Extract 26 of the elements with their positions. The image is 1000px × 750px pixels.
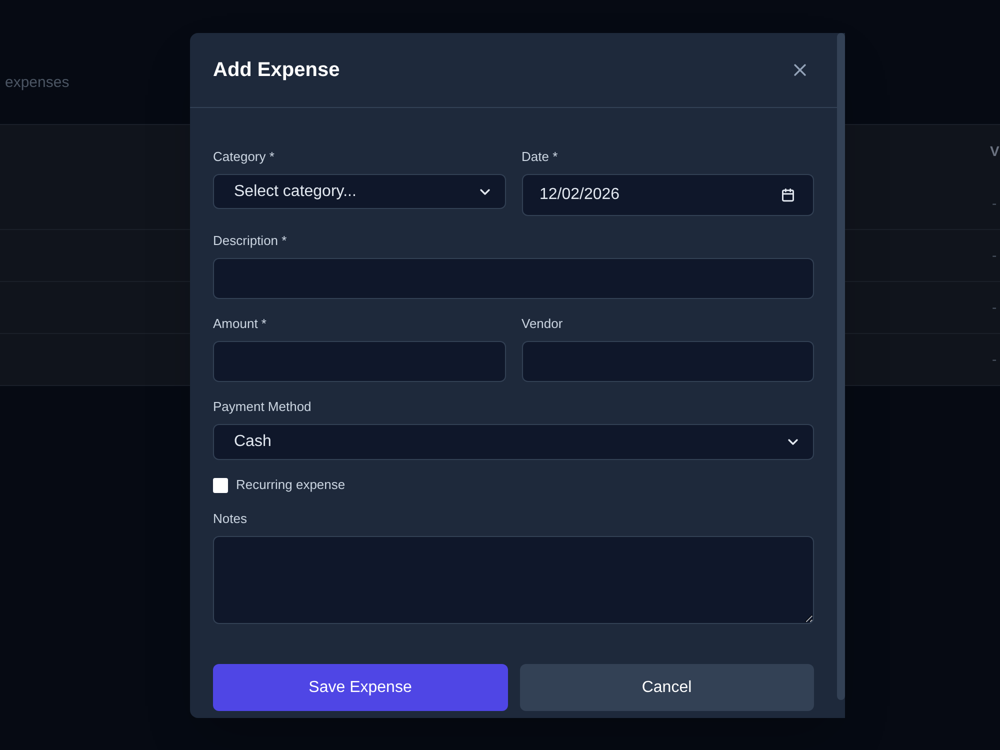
field-label: Amount * xyxy=(213,315,266,333)
date-field[interactable]: 12/02/2026 xyxy=(522,174,814,216)
field-label: Description * xyxy=(213,232,287,250)
field-label: Notes xyxy=(213,510,247,528)
field-label: Date * xyxy=(522,148,558,166)
table-cell-text: - xyxy=(992,298,998,317)
checkbox[interactable] xyxy=(213,478,228,492)
table-cell-text: - xyxy=(992,246,998,265)
field-label: Vendor xyxy=(522,315,563,333)
table-cell-text: - xyxy=(992,194,998,212)
text-field[interactable] xyxy=(213,341,506,382)
save-button[interactable]: Save Expense xyxy=(213,664,508,711)
text-field[interactable] xyxy=(213,258,814,299)
page-subtitle: expenses xyxy=(5,74,70,91)
checkbox-label: Recurring expense xyxy=(236,476,346,494)
text-field[interactable] xyxy=(522,341,814,382)
dropdown-field[interactable]: Cash xyxy=(213,424,814,460)
cancel-button[interactable]: Cancel xyxy=(520,664,814,711)
dropdown-field[interactable]: Select category... xyxy=(213,174,506,209)
field-label: Category * xyxy=(213,148,274,166)
dialog-title: Add Expense xyxy=(213,58,340,83)
notes-field[interactable] xyxy=(213,536,814,624)
calendar-icon xyxy=(781,188,795,202)
column-header: V xyxy=(990,142,1000,160)
field-label: Payment Method xyxy=(213,398,312,416)
table-cell-text: - xyxy=(992,350,998,369)
